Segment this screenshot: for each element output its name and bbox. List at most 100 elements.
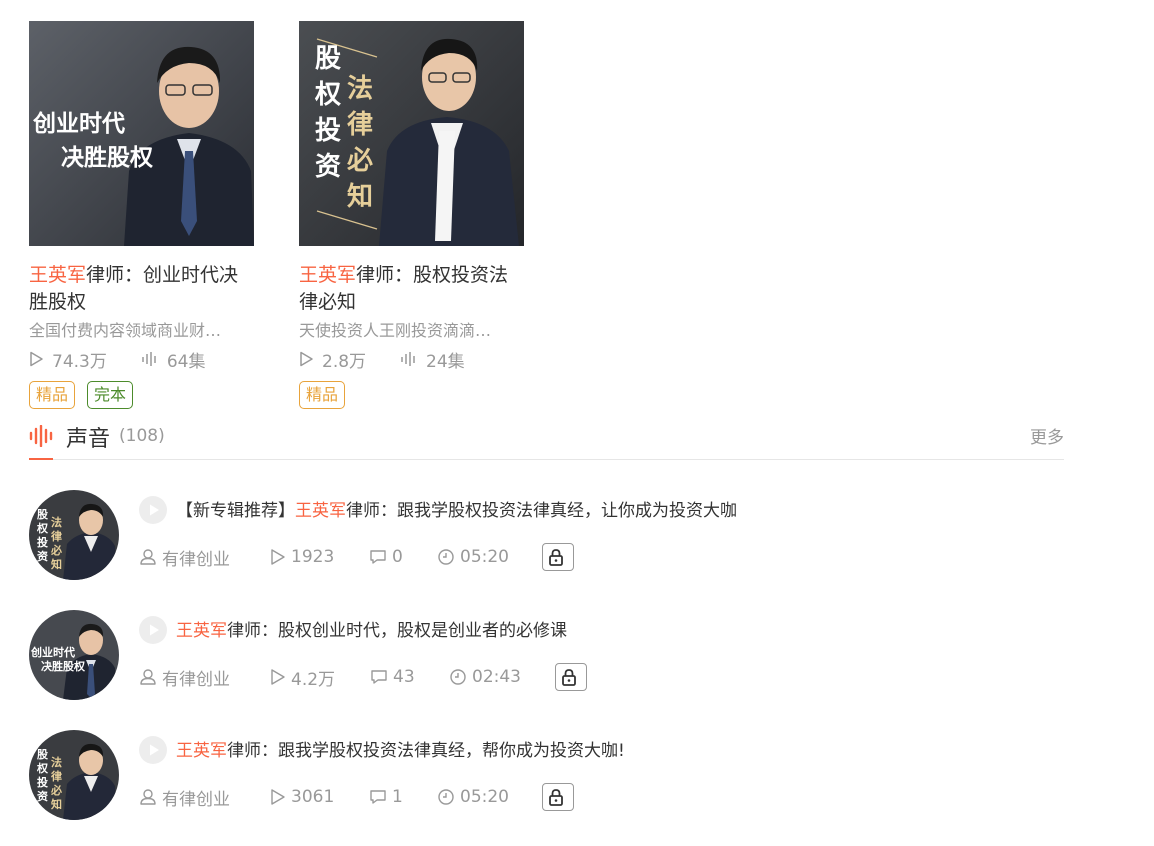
album-episode-count-value: 24集 [426,351,465,372]
track-duration-value: 05:20 [460,547,509,567]
album-card-2[interactable]: 股 权 投 资 法 律 必 知 王英军律师：股权投资法律必知 天使投资人王刚投资… [299,21,559,409]
paid-lock-button[interactable] [555,663,587,691]
album-title[interactable]: 王英军律师：股权投资法律必知 [299,262,527,316]
album-description: 天使投资人王刚投资滴滴… [299,321,492,340]
track-comment-count-value: 43 [393,667,415,687]
svg-text:权: 权 [314,80,341,110]
svg-text:权: 权 [36,761,49,775]
album-title-author: 王英军 [299,264,357,286]
svg-text:律: 律 [347,110,373,140]
track-title-text: 律师：跟我学股权投资法律真经，帮你成为投资大咖! [227,741,625,761]
svg-text:知: 知 [50,797,62,811]
play-count-icon [30,351,43,367]
track-author[interactable]: 有律创业 [139,785,270,810]
album-episode-count-value: 64集 [166,351,206,372]
soundwave-icon [142,352,156,366]
play-icon [150,744,159,756]
track-meta: 有律创业 1923 0 05:20 [139,543,574,571]
track-author-name: 有律创业 [162,549,230,570]
album-stats: 2.8万 24集 [299,347,559,372]
play-button[interactable] [139,616,167,644]
track-title[interactable]: 王英军律师：股权创业时代，股权是创业者的必修课 [176,617,567,645]
clock-icon [438,549,454,565]
paid-lock-button[interactable] [542,783,574,811]
track-comment-count: 43 [370,667,449,687]
track-cover-avatar[interactable]: 股权投资 法律必知 [29,490,119,580]
svg-text:法: 法 [347,74,373,104]
svg-text:投: 投 [315,116,341,146]
track-meta: 有律创业 3061 1 05:20 [139,783,574,811]
track-title-text: 律师：跟我学股权投资法律真经，让你成为投资大咖 [346,501,737,521]
track-author[interactable]: 有律创业 [139,665,270,690]
track-row[interactable]: 创业时代 决胜股权 王英军律师：股权创业时代，股权是创业者的必修课 有律创业 4… [29,610,1064,702]
album-title[interactable]: 王英军律师：创业时代决胜股权 [29,262,257,316]
more-link[interactable]: 更多 [1030,423,1064,448]
user-icon [140,789,156,805]
section-title: 声音 [66,427,111,452]
svg-text:资: 资 [315,152,341,182]
lock-icon [548,789,563,806]
svg-text:投: 投 [37,775,48,789]
album-cover-image[interactable]: 股 权 投 资 法 律 必 知 [299,21,524,246]
track-duration-value: 05:20 [460,787,509,807]
premium-badge: 精品 [29,381,76,409]
track-comment-count: 1 [369,787,437,807]
user-icon [140,669,156,685]
soundwave-icon [401,352,415,366]
track-duration-value: 02:43 [472,667,521,687]
track-title[interactable]: 王英军律师：跟我学股权投资法律真经，帮你成为投资大咖! [176,737,625,765]
section-count: (108) [119,426,165,446]
user-icon [140,549,156,565]
track-duration: 02:43 [449,667,555,687]
svg-text:资: 资 [37,789,48,803]
section-active-underline [29,458,53,460]
svg-text:创业时代: 创业时代 [30,645,75,659]
play-icon [150,504,159,516]
track-title[interactable]: 【新专辑推荐】王英军律师：跟我学股权投资法律真经，让你成为投资大咖 [176,497,737,525]
lock-icon [561,669,576,686]
track-cover-avatar[interactable]: 股权投资 法律必知 [29,730,119,820]
svg-text:股: 股 [37,508,49,521]
track-cover-avatar[interactable]: 创业时代 决胜股权 [29,610,119,700]
album-episode-count: 24集 [400,347,465,372]
premium-badge: 精品 [299,381,346,409]
track-play-count: 1923 [270,547,369,567]
album-title-author: 王英军 [29,264,87,286]
comment-icon [370,790,386,804]
album-badges: 精品 [299,381,559,409]
paid-lock-button[interactable] [542,543,574,571]
track-play-count: 4.2万 [270,665,370,690]
album-badges: 精品 完本 [29,381,289,409]
track-author-name: 有律创业 [162,669,230,690]
album-description: 全国付费内容领域商业财… [29,321,222,340]
track-author-name: 有律创业 [162,789,230,810]
track-title-author: 王英军 [176,741,227,761]
svg-text:必: 必 [50,783,62,797]
track-play-count-value: 3061 [291,787,335,807]
track-play-count-value: 1923 [291,547,335,567]
svg-text:法: 法 [51,515,62,529]
track-row[interactable]: 股权投资 法律必知 王英军律师：跟我学股权投资法律真经，帮你成为投资大咖! 有律… [29,730,1064,822]
play-icon [150,624,159,636]
svg-text:律: 律 [50,769,62,783]
track-duration: 05:20 [437,787,542,807]
play-button[interactable] [139,496,167,524]
completed-badge: 完本 [87,381,134,409]
track-row[interactable]: 股权投资 法律必知 【新专辑推荐】王英军律师：跟我学股权投资法律真经，让你成为投… [29,490,1064,582]
play-count-icon [271,789,285,805]
svg-text:必: 必 [347,146,373,176]
comment-icon [370,550,386,564]
album-cover-image[interactable]: 创业时代 决胜股权 [29,21,254,246]
svg-text:股: 股 [315,44,341,74]
clock-icon [450,669,466,685]
track-play-count: 3061 [270,787,369,807]
track-play-count-value: 4.2万 [291,669,336,690]
album-card-1[interactable]: 创业时代 决胜股权 王英军律师：创业时代决胜股权 全国付费内容领域商业财… 74… [29,21,289,409]
track-author[interactable]: 有律创业 [139,545,270,570]
soundwave-icon [29,425,53,447]
track-meta: 有律创业 4.2万 43 02:43 [139,663,587,691]
track-title-prefix: 【新专辑推荐】 [176,501,295,521]
svg-text:创业时代: 创业时代 [32,110,125,137]
play-button[interactable] [139,736,167,764]
play-count-icon [271,669,285,685]
